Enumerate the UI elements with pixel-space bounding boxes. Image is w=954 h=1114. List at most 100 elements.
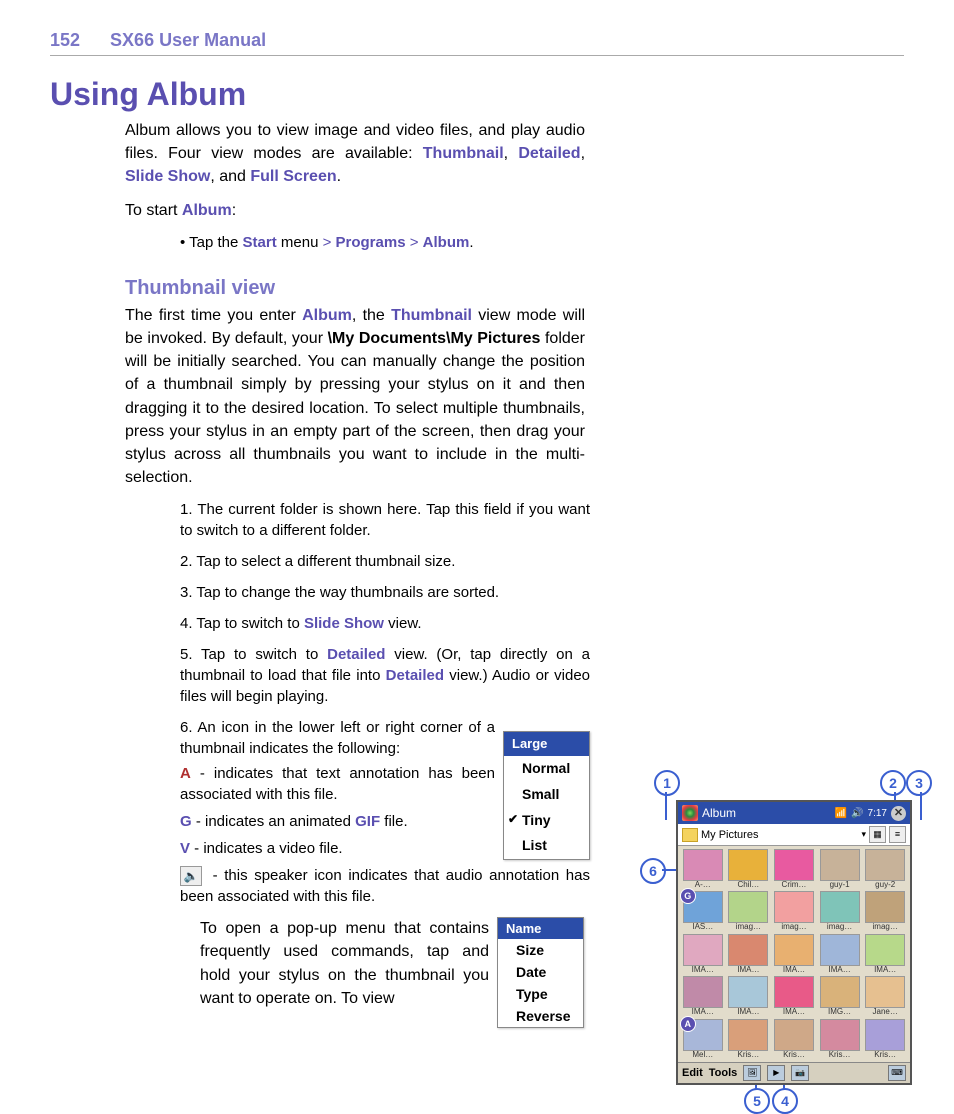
thumbnail-item[interactable]: Kris…	[863, 1019, 907, 1059]
size-popup-menu[interactable]: Large Normal Small Tiny List	[503, 731, 590, 860]
thumbnail-image[interactable]	[865, 976, 905, 1008]
thumbnail-image[interactable]	[865, 934, 905, 966]
thumbnail-item[interactable]: IMA…	[727, 976, 771, 1016]
thumbnail-item[interactable]: GIAS…	[681, 891, 725, 931]
thumbnail-item[interactable]: imag…	[772, 891, 816, 931]
thumbnail-image[interactable]	[865, 1019, 905, 1051]
thumbnail-item[interactable]: Jane…	[863, 976, 907, 1016]
thumbnail-image[interactable]	[728, 976, 768, 1008]
sort-tool-icon[interactable]: ≡	[889, 826, 906, 843]
thumbnail-image[interactable]	[774, 976, 814, 1008]
menu-item-list[interactable]: List	[504, 833, 589, 859]
album-link: Album	[182, 202, 232, 219]
thumbnail-item[interactable]: IMA…	[772, 934, 816, 974]
callout-4: 4	[772, 1088, 798, 1114]
thumbnail-item[interactable]: Crim…	[772, 849, 816, 889]
thumbnail-image[interactable]	[820, 934, 860, 966]
thumbnail-item[interactable]: imag…	[818, 891, 862, 931]
window-titlebar: Album 📶 🔊 7:17 ✕	[678, 802, 910, 824]
t: The first time you enter	[125, 307, 302, 324]
thumbnail-image[interactable]	[728, 1019, 768, 1051]
thumbnail-item[interactable]: imag…	[863, 891, 907, 931]
tools-menu[interactable]: Tools	[709, 1067, 738, 1079]
gif-link: GIF	[355, 813, 380, 830]
menu-item-reverse[interactable]: Reverse	[498, 1005, 583, 1027]
list-item: 5. Tap to switch to Detailed view. (Or, …	[180, 644, 590, 707]
thumbnail-image[interactable]	[865, 891, 905, 923]
thumbnail-item[interactable]: AMel…	[681, 1019, 725, 1059]
t: :	[232, 202, 236, 219]
folder-icon	[682, 828, 698, 842]
menu-item-normal[interactable]: Normal	[504, 756, 589, 782]
thumbnail-label: Kris…	[863, 1051, 907, 1059]
keyboard-icon[interactable]: ⌨	[888, 1065, 906, 1081]
thumbnail-image[interactable]	[728, 849, 768, 881]
thumbnail-image[interactable]	[683, 849, 723, 881]
menu-item-date[interactable]: Date	[498, 961, 583, 983]
start-menu-link: Start	[243, 234, 277, 251]
thumbnail-image[interactable]: G	[683, 891, 723, 923]
thumbnail-image[interactable]	[683, 976, 723, 1008]
thumbnail-image[interactable]	[683, 934, 723, 966]
thumbnail-item[interactable]: IMA…	[772, 976, 816, 1016]
to-start-text: To start	[125, 202, 182, 219]
menu-item-small[interactable]: Small	[504, 782, 589, 808]
slideshow-icon[interactable]: ▶	[767, 1065, 785, 1081]
menu-item-type[interactable]: Type	[498, 983, 583, 1005]
thumbnail-item[interactable]: IMA…	[727, 934, 771, 974]
folder-path-bar[interactable]: My Pictures ▾ ▦ ≡	[678, 824, 910, 846]
t: - indicates an animated	[192, 813, 355, 830]
callout-line	[665, 792, 667, 820]
menu-item-size[interactable]: Size	[498, 939, 583, 961]
t: - indicates a video file.	[190, 840, 343, 857]
thumbnail-item[interactable]: Kris…	[772, 1019, 816, 1059]
thumbnail-image[interactable]	[820, 849, 860, 881]
thumbnail-item[interactable]: A-…	[681, 849, 725, 889]
menu-item-large[interactable]: Large	[504, 732, 589, 756]
thumbnail-image[interactable]	[865, 849, 905, 881]
thumbnail-item[interactable]: Kris…	[727, 1019, 771, 1059]
sep-icon: >	[323, 234, 336, 251]
t: menu	[277, 234, 323, 251]
thumbnail-image[interactable]	[774, 934, 814, 966]
edit-menu[interactable]: Edit	[682, 1067, 703, 1079]
thumbnail-item[interactable]: IMA…	[681, 976, 725, 1016]
thumbnail-item[interactable]: Kris…	[818, 1019, 862, 1059]
thumbnail-item[interactable]: guy-2	[863, 849, 907, 889]
folder-path-text: My Pictures	[701, 829, 858, 841]
thumbnail-item[interactable]: guy-1	[818, 849, 862, 889]
thumbnail-item[interactable]: IMA…	[681, 934, 725, 974]
mode-fullscreen: Full Screen	[250, 168, 336, 185]
thumbnail-image[interactable]	[774, 1019, 814, 1051]
thumbnail-item[interactable]: IMA…	[818, 934, 862, 974]
thumbnail-label: IMA…	[727, 1008, 771, 1016]
album-link: Album	[423, 234, 470, 251]
thumbnail-image[interactable]	[774, 849, 814, 881]
close-icon[interactable]: ✕	[891, 806, 906, 821]
t: .	[337, 168, 341, 185]
menu-item-name[interactable]: Name	[498, 918, 583, 939]
thumbnail-image[interactable]	[820, 891, 860, 923]
thumbnail-image[interactable]	[820, 976, 860, 1008]
sort-popup-menu[interactable]: Name Size Date Type Reverse	[497, 917, 584, 1028]
thumbnail-item[interactable]: IMG…	[818, 976, 862, 1016]
menu-item-tiny[interactable]: Tiny	[504, 808, 589, 834]
thumbnail-image[interactable]	[820, 1019, 860, 1051]
thumbnail-item[interactable]: Chil…	[727, 849, 771, 889]
callout-5: 5	[744, 1088, 770, 1114]
thumbnail-item[interactable]: IMA…	[863, 934, 907, 974]
thumbnail-image[interactable]: A	[683, 1019, 723, 1051]
chevron-down-icon[interactable]: ▾	[861, 829, 866, 840]
main-heading: Using Album	[50, 76, 904, 113]
size-tool-icon[interactable]: ▦	[869, 826, 886, 843]
callout-2: 2	[880, 770, 906, 796]
thumbnail-label: guy-2	[863, 881, 907, 889]
t: - this speaker icon indicates that audio…	[180, 867, 590, 905]
thumbnail-image[interactable]	[728, 934, 768, 966]
thumbnail-item[interactable]: imag…	[727, 891, 771, 931]
detailed-view-icon[interactable]: 🖼	[743, 1065, 761, 1081]
thumbnail-image[interactable]	[728, 891, 768, 923]
start-icon[interactable]	[682, 805, 698, 821]
camera-icon[interactable]: 📷	[791, 1065, 809, 1081]
thumbnail-image[interactable]	[774, 891, 814, 923]
